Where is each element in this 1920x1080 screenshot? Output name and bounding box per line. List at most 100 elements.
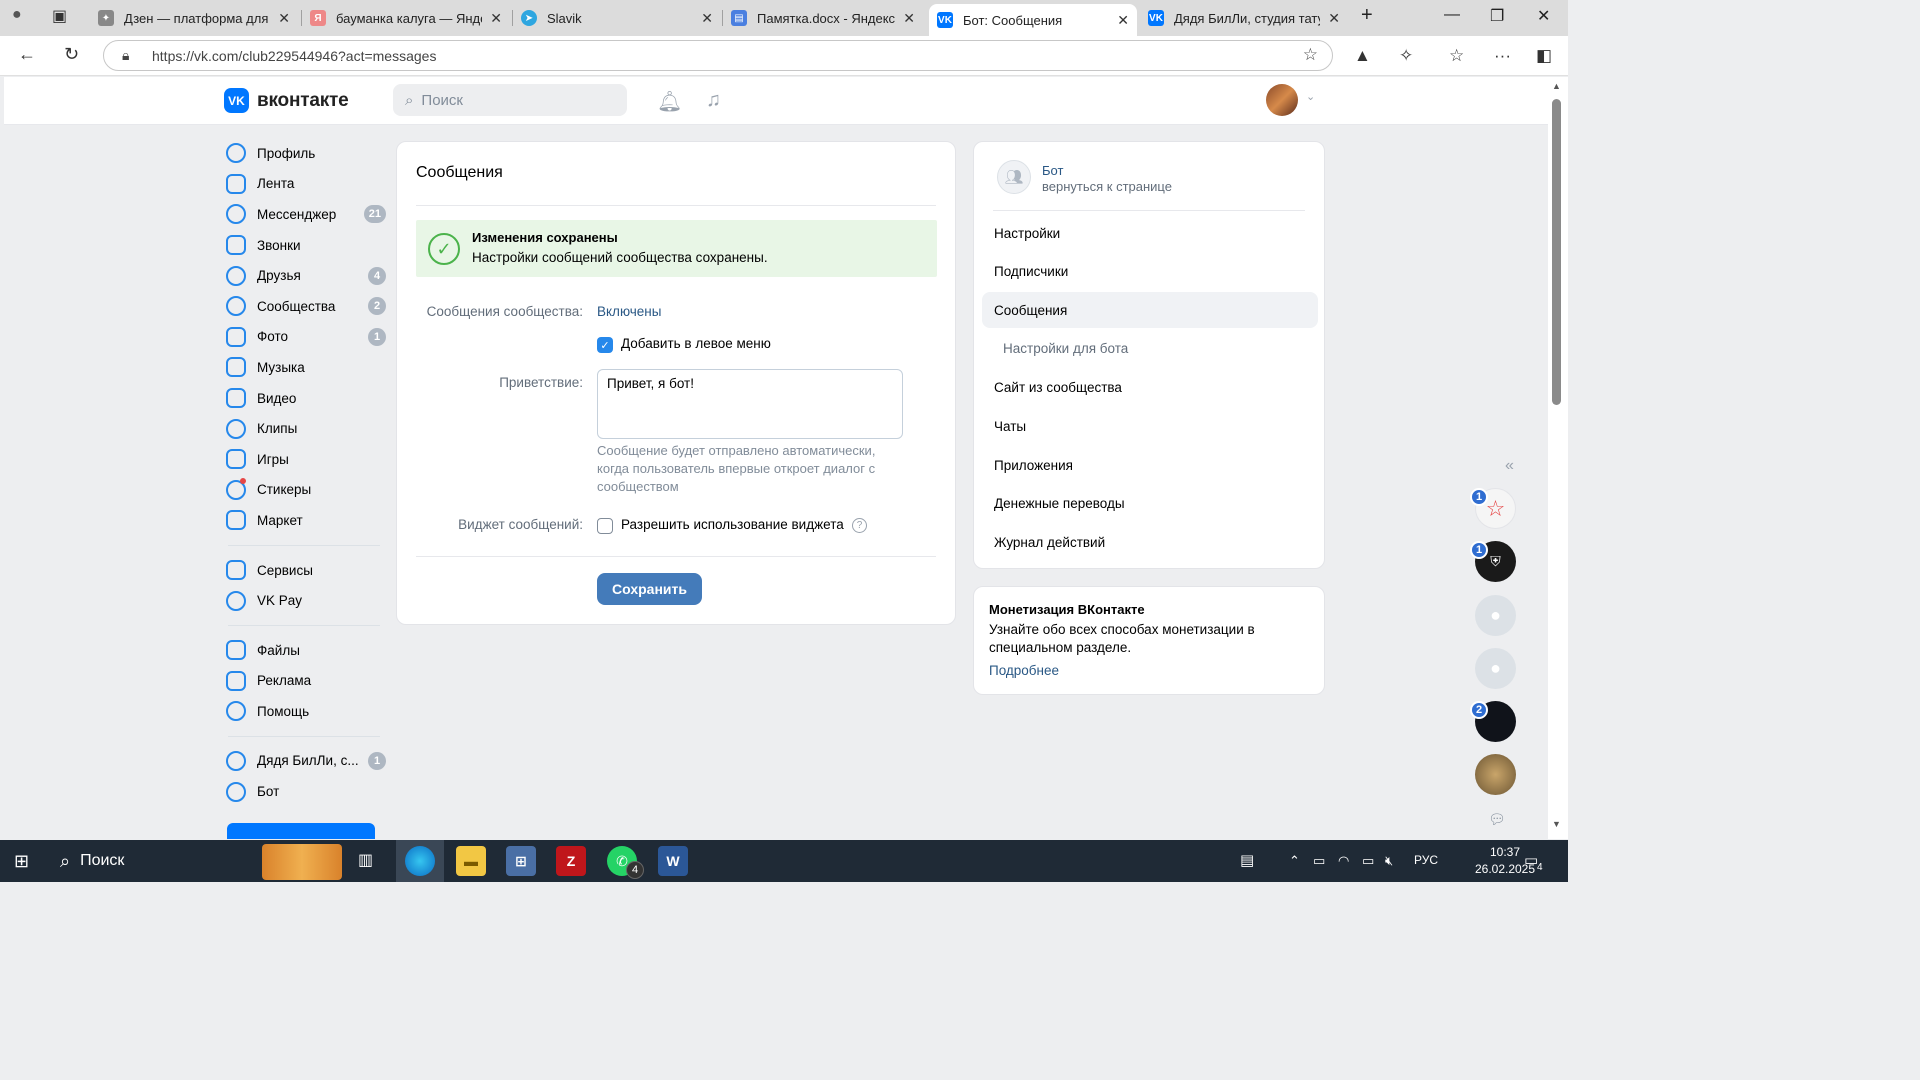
filezilla-icon[interactable]: Z bbox=[556, 846, 586, 876]
nav-item-apps[interactable]: Приложения bbox=[982, 447, 1318, 483]
menu-item-profile[interactable]: Профиль bbox=[226, 138, 386, 169]
menu-item-communities[interactable]: Сообщества 2 bbox=[226, 291, 386, 322]
add-left-menu-checkbox[interactable]: ✓ bbox=[597, 337, 613, 353]
nav-item-messages[interactable]: Сообщения bbox=[982, 292, 1318, 328]
add-left-menu-label[interactable]: Добавить в левое меню bbox=[621, 336, 771, 351]
file-explorer-icon[interactable]: ▬ bbox=[456, 846, 486, 876]
menu-bottom-button[interactable] bbox=[227, 823, 375, 839]
battery-icon[interactable]: ▭ bbox=[1362, 853, 1374, 869]
chat-bubble-user[interactable]: ● bbox=[1475, 648, 1516, 689]
menu-item-help[interactable]: Помощь bbox=[226, 696, 386, 727]
music-note-icon[interactable]: ♫ bbox=[706, 89, 721, 112]
windows-start-icon[interactable]: ⊞ bbox=[14, 851, 29, 872]
scroll-down-icon[interactable]: ▼ bbox=[1552, 819, 1561, 829]
reload-icon[interactable]: ↻ bbox=[64, 44, 79, 65]
back-to-page-link[interactable]: вернуться к странице bbox=[1042, 179, 1172, 194]
help-question-icon[interactable]: ? bbox=[852, 518, 867, 533]
widget-checkbox[interactable] bbox=[597, 518, 613, 534]
scroll-up-icon[interactable]: ▲ bbox=[1552, 81, 1561, 91]
minimize-icon[interactable]: — bbox=[1444, 6, 1460, 24]
new-tab-icon[interactable]: + bbox=[1361, 4, 1373, 27]
nav-item-transfers[interactable]: Денежные переводы bbox=[982, 485, 1318, 521]
nav-item-bot-settings[interactable]: Настройки для бота bbox=[982, 330, 1318, 366]
menu-item-feed[interactable]: Лента bbox=[226, 169, 386, 200]
widget-checkbox-label[interactable]: Разрешить использование виджета bbox=[621, 517, 844, 532]
monetization-more-link[interactable]: Подробнее bbox=[989, 663, 1059, 678]
menu-item-vkpay[interactable]: VK Pay bbox=[226, 585, 386, 616]
profile-icon[interactable]: ● bbox=[12, 6, 22, 24]
menu-item-music[interactable]: Музыка bbox=[226, 352, 386, 383]
nav-item-chats[interactable]: Чаты bbox=[982, 408, 1318, 444]
wifi-icon[interactable]: ◠ bbox=[1338, 853, 1349, 869]
back-icon[interactable]: ← bbox=[18, 44, 36, 65]
tab-telegram[interactable]: ➤ Slavik ✕ bbox=[513, 4, 721, 32]
window-close-icon[interactable]: ✕ bbox=[1537, 6, 1550, 26]
menu-item-files[interactable]: Файлы bbox=[226, 635, 386, 666]
community-name[interactable]: Бот bbox=[1042, 163, 1063, 178]
show-hidden-icon[interactable]: ⌃ bbox=[1289, 853, 1300, 869]
menu-item-photo[interactable]: Фото 1 bbox=[226, 322, 386, 353]
edge-icon[interactable] bbox=[405, 846, 435, 876]
messages-status-link[interactable]: Включены bbox=[597, 304, 661, 319]
extensions-icon[interactable]: ✧ bbox=[1399, 46, 1413, 66]
menu-item-services[interactable]: Сервисы bbox=[226, 555, 386, 586]
word-icon[interactable]: W bbox=[658, 846, 688, 876]
network-app-icon[interactable]: ⊞ bbox=[506, 846, 536, 876]
tab-dzen[interactable]: ✦ Дзен — платформа для пр ✕ bbox=[90, 4, 298, 32]
nav-item-settings[interactable]: Настройки bbox=[982, 215, 1318, 251]
maximize-icon[interactable]: ❐ bbox=[1490, 6, 1504, 26]
sidebar-icon[interactable]: ◧ bbox=[1536, 46, 1552, 66]
close-icon[interactable]: ✕ bbox=[278, 10, 290, 27]
chat-bubble-user[interactable]: ● bbox=[1475, 595, 1516, 636]
close-icon[interactable]: ✕ bbox=[490, 10, 502, 27]
url-field[interactable]: 🔒︎ https://vk.com/club229544946?act=mess… bbox=[103, 40, 1333, 71]
menu-item-group-dyadya-billi[interactable]: Дядя БилЛи, с... 1 bbox=[226, 746, 386, 777]
search-input[interactable]: ⌕ Поиск bbox=[393, 84, 627, 116]
close-icon[interactable]: ✕ bbox=[1117, 12, 1129, 29]
nav-item-action-log[interactable]: Журнал действий bbox=[982, 524, 1318, 560]
chat-bubble-owl[interactable] bbox=[1475, 754, 1516, 795]
tab-docs[interactable]: ▤ Памятка.docx - Яндекс До ✕ bbox=[723, 4, 923, 32]
favorite-star-icon[interactable]: ☆ bbox=[1303, 45, 1318, 65]
meet-icon[interactable]: ▭ bbox=[1313, 853, 1325, 869]
menu-item-friends[interactable]: Друзья 4 bbox=[226, 260, 386, 291]
more-icon[interactable]: ··· bbox=[1494, 46, 1511, 66]
vk-logo[interactable]: VK вконтакте bbox=[224, 88, 349, 113]
tab-bot-messages[interactable]: VK Бот: Сообщения ✕ bbox=[929, 4, 1137, 36]
menu-item-video[interactable]: Видео bbox=[226, 383, 386, 414]
nav-item-site[interactable]: Сайт из сообщества bbox=[982, 369, 1318, 405]
keyboard-layout-icon[interactable]: ▤ bbox=[1240, 851, 1254, 869]
community-avatar-icon[interactable]: 👥︎ bbox=[997, 160, 1031, 194]
page-scrollbar[interactable]: ▲ ▼ bbox=[1548, 77, 1568, 839]
menu-item-calls[interactable]: Звонки bbox=[226, 230, 386, 261]
close-icon[interactable]: ✕ bbox=[1328, 10, 1340, 27]
menu-item-ads[interactable]: Реклама bbox=[226, 666, 386, 697]
notifications-bell-icon[interactable]: 🔔︎ bbox=[657, 89, 682, 114]
task-view-icon[interactable]: ▥ bbox=[358, 850, 373, 870]
greeting-textarea[interactable]: Привет, я бот! bbox=[597, 369, 903, 439]
menu-item-clips[interactable]: Клипы bbox=[226, 413, 386, 444]
lock-icon[interactable]: 🔒︎ bbox=[122, 47, 129, 64]
favorites-icon[interactable]: ☆ bbox=[1449, 46, 1464, 66]
menu-item-stickers[interactable]: Стикеры bbox=[226, 475, 386, 506]
tab-actions-icon[interactable]: ▣ bbox=[52, 6, 67, 26]
help-icon bbox=[226, 701, 246, 722]
close-icon[interactable]: ✕ bbox=[701, 10, 713, 27]
volume-muted-icon[interactable]: 🔇︎ bbox=[1385, 853, 1393, 869]
nav-item-subscribers[interactable]: Подписчики bbox=[982, 253, 1318, 289]
extension-rocket-icon[interactable]: ▲ bbox=[1354, 46, 1371, 66]
tab-dyadya-billi[interactable]: VK Дядя БилЛи, студия тату, п ✕ bbox=[1140, 4, 1348, 32]
menu-item-messenger[interactable]: Мессенджер 21 bbox=[226, 199, 386, 230]
menu-item-group-bot[interactable]: Бот bbox=[226, 776, 386, 807]
tab-yandex[interactable]: Я бауманка калуга — Яндекс ✕ bbox=[302, 4, 510, 32]
avatar[interactable] bbox=[1266, 84, 1298, 116]
menu-item-market[interactable]: Маркет bbox=[226, 505, 386, 536]
scroll-thumb[interactable] bbox=[1552, 99, 1561, 405]
close-icon[interactable]: ✕ bbox=[903, 10, 915, 27]
language-indicator[interactable]: РУС bbox=[1414, 853, 1438, 867]
chevron-down-icon[interactable]: ⌄ bbox=[1306, 90, 1315, 103]
collapse-chevrons-icon[interactable]: « bbox=[1505, 457, 1514, 475]
menu-item-games[interactable]: Игры bbox=[226, 444, 386, 475]
save-button[interactable]: Сохранить bbox=[597, 573, 702, 605]
chat-icon[interactable]: 💬︎ bbox=[1488, 811, 1506, 828]
